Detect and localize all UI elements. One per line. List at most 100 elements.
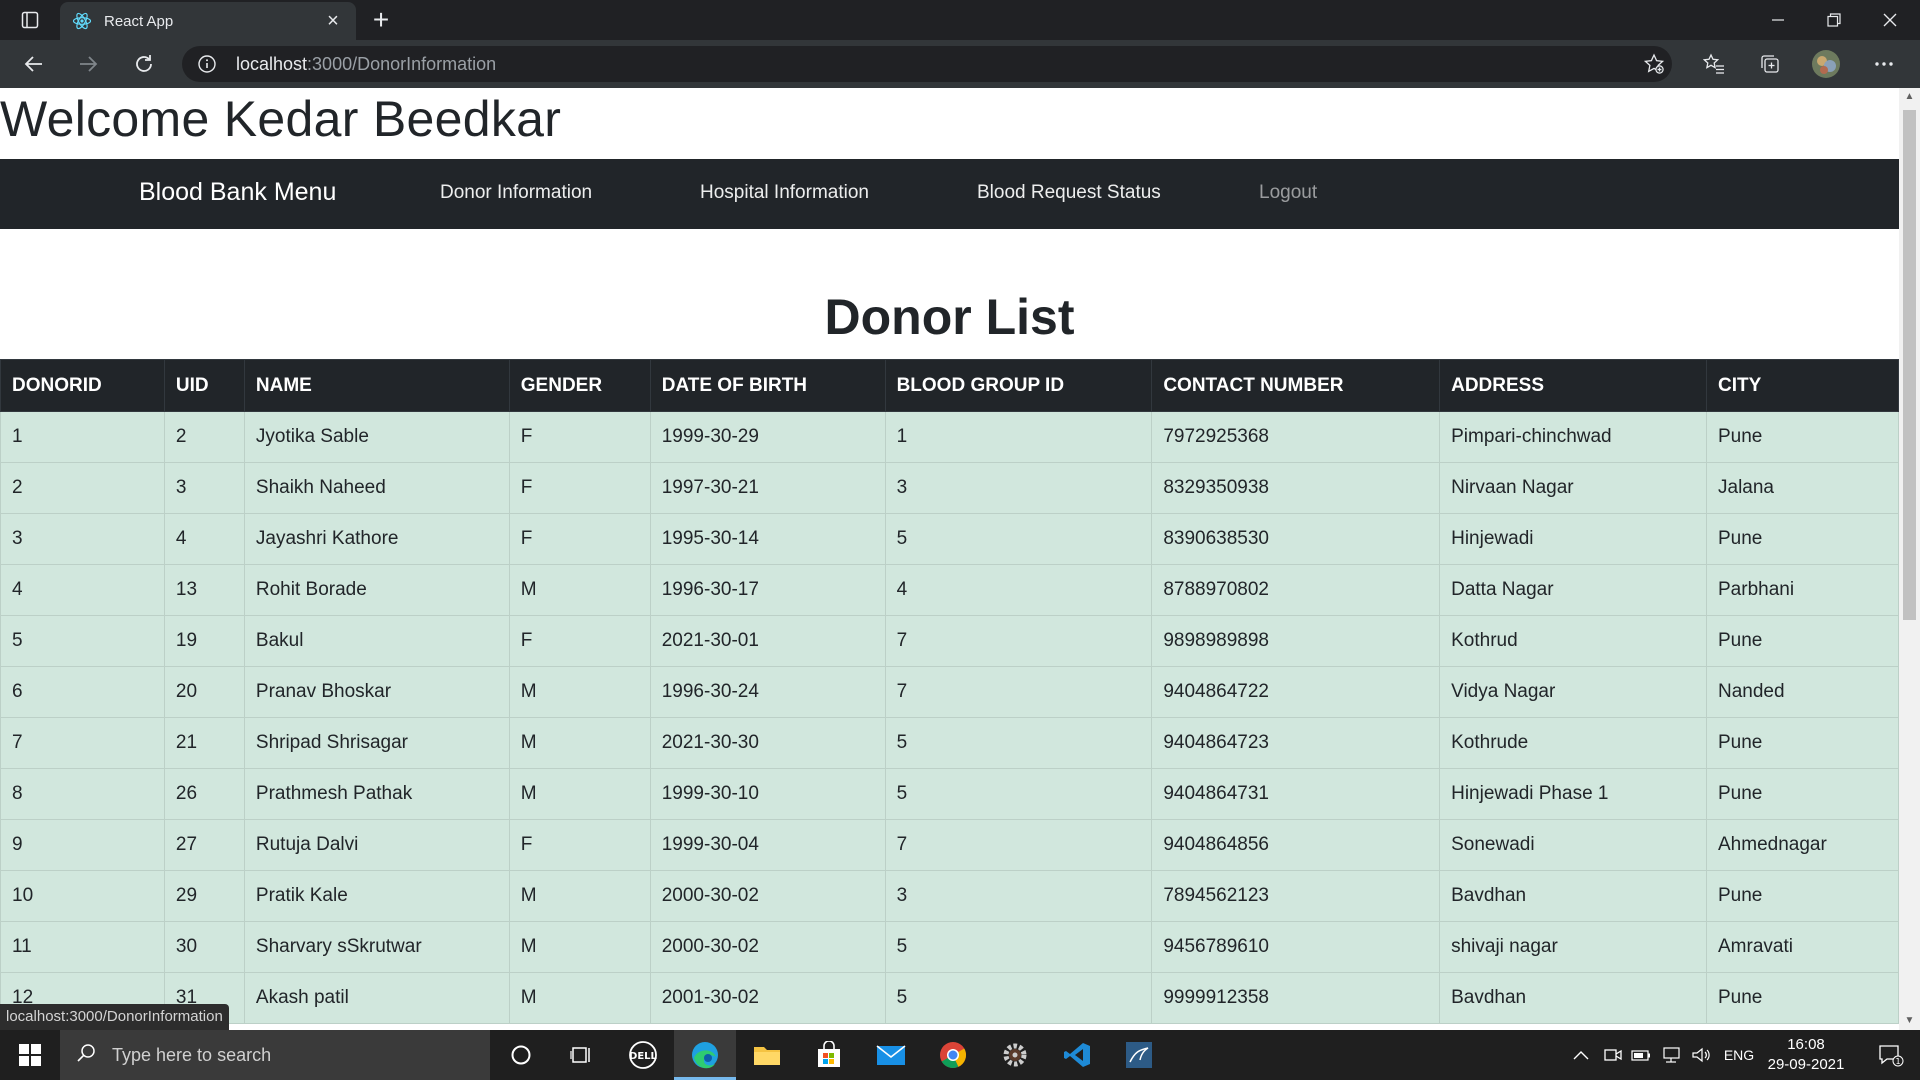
nav-hospital-information[interactable]: Hospital Information bbox=[700, 182, 869, 204]
column-header: GENDER bbox=[508, 359, 651, 412]
table-cell: Rohit Borade bbox=[243, 564, 510, 616]
table-cell: Ahmednagar bbox=[1706, 819, 1899, 871]
restore-icon[interactable] bbox=[1806, 0, 1862, 40]
scroll-up-arrow-icon[interactable]: ▲ bbox=[1899, 88, 1920, 106]
network-icon[interactable] bbox=[1656, 1030, 1686, 1080]
table-cell: M bbox=[508, 972, 651, 1024]
scroll-down-arrow-icon[interactable]: ▼ bbox=[1899, 1012, 1920, 1030]
nav-donor-information[interactable]: Donor Information bbox=[440, 182, 592, 204]
table-cell: 6 bbox=[0, 666, 165, 718]
table-cell: 2001-30-02 bbox=[649, 972, 886, 1024]
tab-title: React App bbox=[104, 12, 174, 30]
table-cell: 9 bbox=[0, 819, 165, 871]
table-cell: Shaikh Naheed bbox=[243, 462, 510, 514]
table-cell: 30 bbox=[163, 921, 245, 973]
settings-gear-icon[interactable] bbox=[984, 1030, 1046, 1080]
table-cell: Hinjewadi Phase 1 bbox=[1439, 768, 1707, 820]
scrollbar-thumb[interactable] bbox=[1903, 110, 1916, 620]
browser-tab[interactable]: React App × bbox=[60, 2, 356, 40]
table-cell: Pune bbox=[1706, 513, 1899, 565]
minimize-icon[interactable] bbox=[1750, 0, 1806, 40]
search-icon bbox=[76, 1043, 96, 1068]
window-close-icon[interactable] bbox=[1862, 0, 1918, 40]
table-cell: Rutuja Dalvi bbox=[243, 819, 510, 871]
table-cell: Pune bbox=[1706, 870, 1899, 922]
table-cell: 9456789610 bbox=[1151, 921, 1441, 973]
table-cell: 1999-30-29 bbox=[649, 411, 886, 463]
add-favorite-star-icon[interactable] bbox=[1638, 48, 1670, 80]
more-options-icon[interactable] bbox=[1868, 48, 1900, 80]
table-cell: Sharvary sSkrutwar bbox=[243, 921, 510, 973]
favorites-icon[interactable] bbox=[1698, 48, 1730, 80]
table-cell: Bavdhan bbox=[1439, 870, 1707, 922]
taskbar-clock[interactable]: 16:08 29-09-2021 bbox=[1760, 1035, 1852, 1075]
taskbar-search-box[interactable]: Type here to search bbox=[60, 1030, 490, 1080]
meet-now-icon[interactable] bbox=[1598, 1030, 1628, 1080]
table-cell: 29 bbox=[163, 870, 245, 922]
table-row: 10 29 Pratik Kale M 2000-30-02 3 7894562123 Bav… bbox=[0, 870, 1899, 922]
nav-blood-request-status[interactable]: Blood Request Status bbox=[977, 182, 1161, 204]
show-hidden-icons-chevron-icon[interactable] bbox=[1566, 1030, 1596, 1080]
table-cell: 4 bbox=[163, 513, 245, 565]
refresh-icon[interactable] bbox=[128, 48, 160, 80]
table-cell: Pratik Kale bbox=[243, 870, 510, 922]
table-row: 2 3 Shaikh Naheed F 1997-30-21 3 8329350938 Nir… bbox=[0, 462, 1899, 514]
table-cell: 5 bbox=[884, 921, 1153, 973]
table-cell: 9404864856 bbox=[1151, 819, 1441, 871]
table-cell: 10 bbox=[0, 870, 165, 922]
profile-avatar-icon[interactable] bbox=[1810, 48, 1842, 80]
table-cell: 9404864723 bbox=[1151, 717, 1441, 769]
file-explorer-icon[interactable] bbox=[736, 1030, 798, 1080]
table-cell: 5 bbox=[884, 972, 1153, 1024]
table-cell: 3 bbox=[884, 462, 1153, 514]
volume-icon[interactable] bbox=[1686, 1030, 1716, 1080]
table-cell: Jalana bbox=[1706, 462, 1899, 514]
table-row: 5 19 Bakul F 2021-30-01 7 9898989898 Kothrud Pun… bbox=[0, 615, 1899, 667]
browser-toolbar: localhost:3000/DonorInformation bbox=[0, 40, 1920, 88]
table-cell: Pune bbox=[1706, 717, 1899, 769]
main-navbar: Blood Bank Menu Donor Information Hospit… bbox=[0, 159, 1899, 229]
microsoft-store-icon[interactable] bbox=[798, 1030, 860, 1080]
navbar-brand[interactable]: Blood Bank Menu bbox=[139, 178, 336, 207]
notifications-icon[interactable]: 1 bbox=[1866, 1030, 1916, 1080]
table-cell: 7 bbox=[884, 666, 1153, 718]
table-cell: 2021-30-01 bbox=[649, 615, 886, 667]
language-indicator[interactable]: ENG bbox=[1718, 1030, 1760, 1080]
address-bar[interactable]: localhost:3000/DonorInformation bbox=[182, 46, 1672, 82]
new-tab-button[interactable]: + bbox=[366, 6, 396, 36]
table-cell: F bbox=[508, 615, 651, 667]
battery-icon[interactable] bbox=[1626, 1030, 1656, 1080]
edge-browser-icon[interactable] bbox=[674, 1030, 736, 1080]
mysql-workbench-icon[interactable] bbox=[1108, 1030, 1170, 1080]
dell-app-icon[interactable]: DELL bbox=[612, 1030, 674, 1080]
table-cell: 1999-30-04 bbox=[649, 819, 886, 871]
table-cell: Shripad Shrisagar bbox=[243, 717, 510, 769]
back-arrow-icon[interactable] bbox=[18, 48, 50, 80]
table-cell: 2 bbox=[163, 411, 245, 463]
tab-actions-icon[interactable] bbox=[14, 8, 46, 32]
table-cell: 13 bbox=[163, 564, 245, 616]
table-cell: 2000-30-02 bbox=[649, 921, 886, 973]
nav-logout[interactable]: Logout bbox=[1259, 182, 1317, 204]
forward-arrow-icon[interactable] bbox=[72, 48, 104, 80]
collections-icon[interactable] bbox=[1754, 48, 1786, 80]
clock-time: 16:08 bbox=[1787, 1036, 1825, 1053]
table-cell: Hinjewadi bbox=[1439, 513, 1707, 565]
table-cell: Bakul bbox=[243, 615, 510, 667]
donor-table: DONORID UID NAME GENDER DATE OF BIRTH BLOOD G… bbox=[0, 359, 1899, 1024]
cortana-icon[interactable] bbox=[490, 1030, 552, 1080]
table-row: 4 13 Rohit Borade M 1996-30-17 4 8788970802 Dat… bbox=[0, 564, 1899, 616]
vscode-icon[interactable] bbox=[1046, 1030, 1108, 1080]
task-view-icon[interactable] bbox=[550, 1030, 612, 1080]
table-cell: F bbox=[508, 819, 651, 871]
tab-close-icon[interactable]: × bbox=[322, 10, 344, 32]
page-scrollbar[interactable]: ▲ ▼ bbox=[1899, 88, 1920, 1030]
url-path: :3000/DonorInformation bbox=[307, 53, 497, 74]
chrome-icon[interactable] bbox=[922, 1030, 984, 1080]
table-cell: Pune bbox=[1706, 768, 1899, 820]
windows-start-icon[interactable] bbox=[0, 1030, 60, 1080]
site-info-icon[interactable] bbox=[196, 53, 218, 75]
table-cell: Amravati bbox=[1706, 921, 1899, 973]
table-cell: 1 bbox=[0, 411, 165, 463]
mail-icon[interactable] bbox=[860, 1030, 922, 1080]
